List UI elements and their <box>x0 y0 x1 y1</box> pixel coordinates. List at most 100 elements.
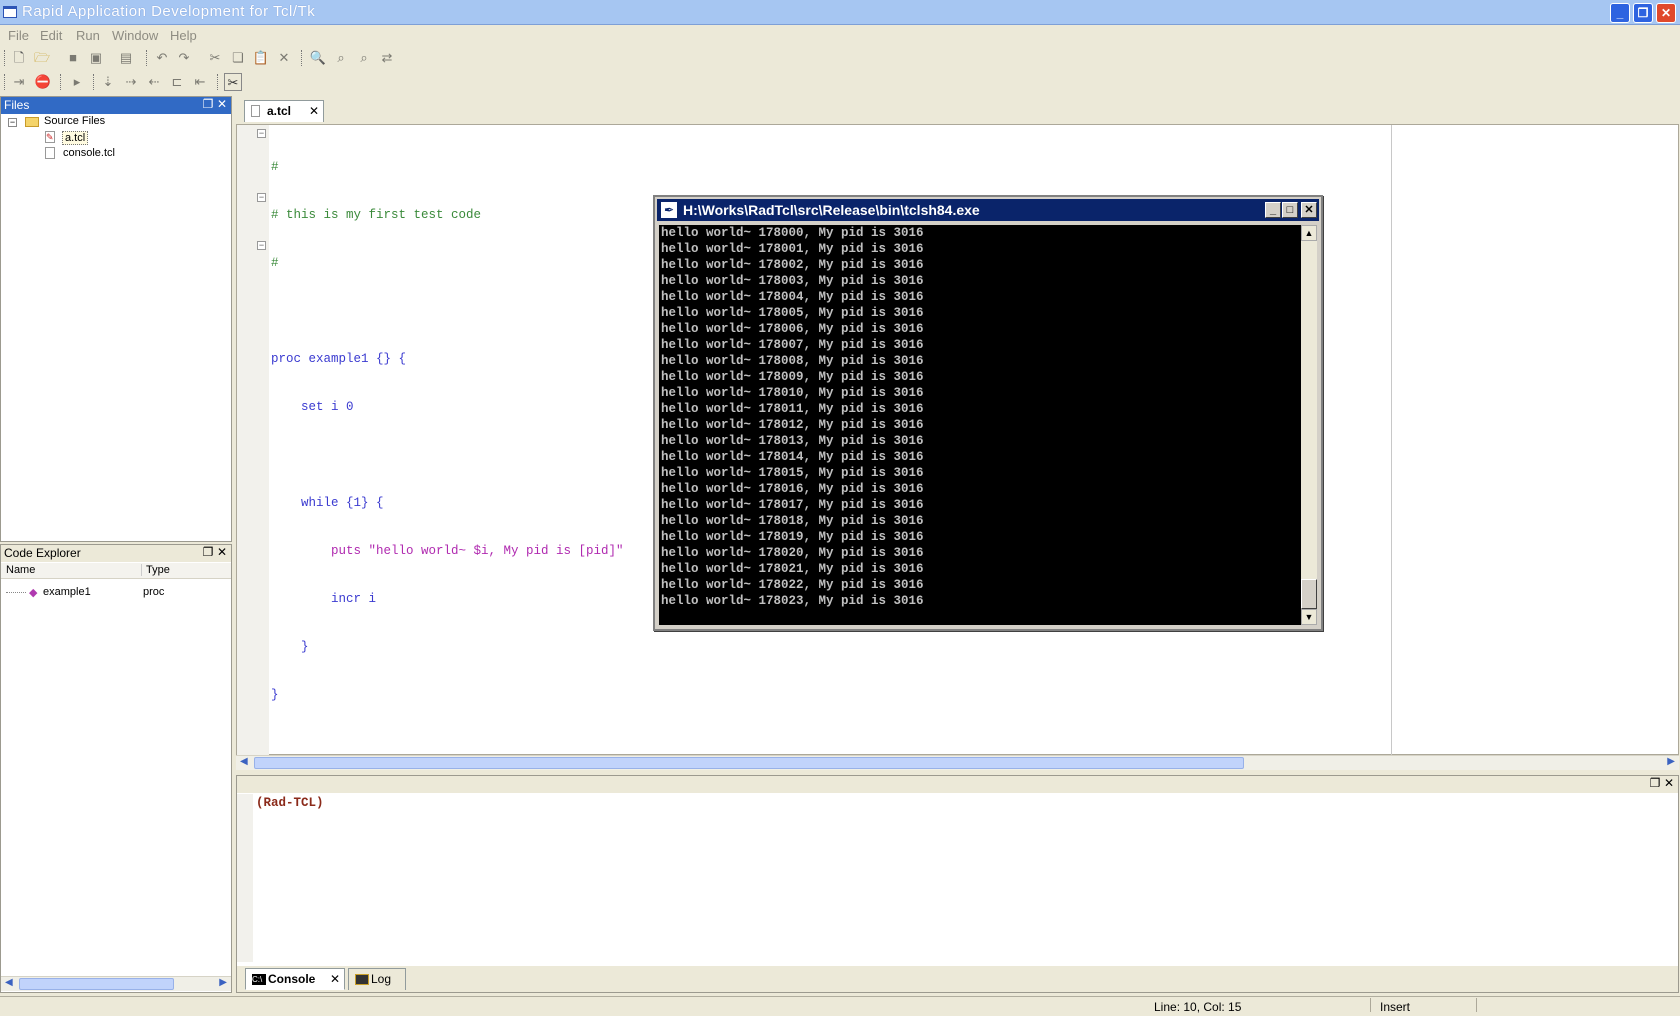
scroll-down-icon[interactable]: ▼ <box>1301 609 1317 625</box>
save-icon[interactable]: ■ <box>64 49 82 67</box>
insert-mode: Insert <box>1380 1000 1411 1014</box>
cmd-output-line: hello world~ 178019, My pid is 3016 <box>661 530 924 544</box>
find-icon[interactable]: 🔍 <box>309 49 327 67</box>
code-line: # <box>271 160 279 174</box>
menu-edit[interactable]: Edit <box>40 28 62 43</box>
console-panel: ❐ ✕ (Rad-TCL) C:\ Console ✕ Log <box>236 775 1679 993</box>
cut-icon[interactable]: ✂ <box>206 49 224 67</box>
new-file-icon[interactable]: 🗋 <box>10 49 28 67</box>
table-row[interactable]: ◆ example1 proc <box>1 585 231 601</box>
code-explorer-hscrollbar[interactable]: ◀ ▶ <box>1 976 231 991</box>
scroll-thumb[interactable] <box>19 978 174 990</box>
run-icon[interactable]: ⇥ <box>10 73 28 91</box>
step-over-icon[interactable]: ⇢ <box>122 73 140 91</box>
cmd-output-line: hello world~ 178015, My pid is 3016 <box>661 466 924 480</box>
cmd-output-line: hello world~ 178011, My pid is 3016 <box>661 402 924 416</box>
scroll-right-icon[interactable]: ▶ <box>1667 756 1675 767</box>
print-icon[interactable]: ▤ <box>117 49 135 67</box>
restore-button[interactable]: ❐ <box>1633 3 1653 23</box>
toolbar-separator <box>93 74 96 90</box>
tree-collapse-icon[interactable]: − <box>8 118 17 127</box>
fold-icon[interactable]: − <box>257 241 266 250</box>
menu-window[interactable]: Window <box>112 28 158 43</box>
copy-icon[interactable]: ❏ <box>229 49 247 67</box>
file-item-a-tcl[interactable]: a.tcl <box>62 131 89 145</box>
menu-help[interactable]: Help <box>170 28 197 43</box>
redo-icon[interactable]: ↷ <box>175 49 193 67</box>
proc-type: proc <box>143 586 165 598</box>
cmd-output-line: hello world~ 178021, My pid is 3016 <box>661 562 924 576</box>
tree-root-label[interactable]: Source Files <box>44 115 105 127</box>
find-prev-icon[interactable]: ⌕ <box>355 49 373 67</box>
cmd-output-line: hello world~ 178022, My pid is 3016 <box>661 578 924 592</box>
tclsh-console-window[interactable]: ✒ H:\Works\RadTcl\src\Release\bin\tclsh8… <box>653 195 1323 631</box>
panel-restore-icon[interactable]: ❐ <box>1649 777 1661 789</box>
minimize-button[interactable]: _ <box>1610 3 1630 23</box>
menu-run[interactable]: Run <box>76 28 100 43</box>
panel-restore-icon[interactable]: ❐ <box>202 98 214 110</box>
scroll-up-icon[interactable]: ▲ <box>1301 225 1317 241</box>
code-explorer-panel: Code Explorer ❐ ✕ Name Type ◆ example1 p… <box>0 544 232 993</box>
watch-icon[interactable]: ⇤ <box>191 73 209 91</box>
code-line: while {1} { <box>271 496 384 510</box>
console-prompt[interactable]: (Rad-TCL) <box>256 796 324 810</box>
code-line: # <box>271 256 279 270</box>
open-folder-icon[interactable]: 🗁 <box>33 49 51 67</box>
status-separator <box>1370 998 1379 1012</box>
scroll-right-icon[interactable]: ▶ <box>219 977 227 988</box>
tab-a-tcl[interactable]: a.tcl ✕ <box>244 100 324 122</box>
scroll-left-icon[interactable]: ◀ <box>240 756 248 767</box>
tab-close-icon[interactable]: ✕ <box>330 969 340 989</box>
tools-icon[interactable]: ✂ <box>224 73 242 91</box>
tab-close-icon[interactable]: ✕ <box>309 101 319 121</box>
panel-close-icon[interactable]: ✕ <box>1663 777 1675 789</box>
delete-icon[interactable]: ✕ <box>275 49 293 67</box>
fold-icon[interactable]: − <box>257 129 266 138</box>
cmd-output-line: hello world~ 178004, My pid is 3016 <box>661 290 924 304</box>
cmd-maximize-button[interactable]: □ <box>1282 202 1298 218</box>
cmd-output[interactable]: hello world~ 178000, My pid is 3016 hello… <box>659 225 1301 625</box>
continue-icon[interactable]: ▸ <box>68 73 86 91</box>
find-next-icon[interactable]: ⌕ <box>332 49 350 67</box>
cmd-close-button[interactable]: ✕ <box>1301 202 1317 218</box>
cmd-minimize-button[interactable]: _ <box>1265 202 1281 218</box>
cmd-vscrollbar[interactable]: ▲ ▼ <box>1301 225 1317 625</box>
close-button[interactable]: ✕ <box>1656 3 1676 23</box>
file-item-console-tcl[interactable]: console.tcl <box>63 147 115 159</box>
column-type[interactable]: Type <box>141 564 170 576</box>
scroll-thumb[interactable] <box>1301 579 1317 609</box>
main-toolbar: 🗋 🗁 ■ ▣ ▤ ↶ ↷ ✂ ❏ 📋 ✕ 🔍 ⌕ ⌕ ⇄ <box>0 46 1680 70</box>
fold-icon[interactable]: − <box>257 193 266 202</box>
save-all-icon[interactable]: ▣ <box>87 49 105 67</box>
tab-label: Log <box>371 972 392 986</box>
column-name[interactable]: Name <box>6 564 35 576</box>
scroll-left-icon[interactable]: ◀ <box>5 977 13 988</box>
breakpoint-icon[interactable]: ⊏ <box>168 73 186 91</box>
panel-restore-icon[interactable]: ❐ <box>202 546 214 558</box>
scroll-thumb[interactable] <box>254 757 1244 769</box>
cmd-output-line: hello world~ 178003, My pid is 3016 <box>661 274 924 288</box>
editor-hscrollbar[interactable]: ◀ ▶ <box>236 755 1679 770</box>
files-panel-header: Files ❐ ✕ <box>1 97 231 114</box>
panel-close-icon[interactable]: ✕ <box>216 546 228 558</box>
cmd-output-line: hello world~ 178002, My pid is 3016 <box>661 258 924 272</box>
cmd-output-line: hello world~ 178006, My pid is 3016 <box>661 322 924 336</box>
cmd-output-line: hello world~ 178014, My pid is 3016 <box>661 450 924 464</box>
app-icon <box>3 6 17 18</box>
step-into-icon[interactable]: ⇣ <box>99 73 117 91</box>
console-icon: C:\ <box>252 974 266 985</box>
stop-icon[interactable]: ⛔ <box>34 73 52 91</box>
tab-label: Console <box>268 972 316 986</box>
log-icon <box>355 974 369 985</box>
tab-console[interactable]: C:\ Console ✕ <box>245 968 345 990</box>
undo-icon[interactable]: ↶ <box>153 49 171 67</box>
replace-icon[interactable]: ⇄ <box>378 49 396 67</box>
step-out-icon[interactable]: ⇠ <box>145 73 163 91</box>
panel-close-icon[interactable]: ✕ <box>216 98 228 110</box>
proc-icon: ◆ <box>29 587 38 599</box>
cmd-title-bar[interactable]: ✒ H:\Works\RadTcl\src\Release\bin\tclsh8… <box>657 199 1319 221</box>
paste-icon[interactable]: 📋 <box>252 49 270 67</box>
menu-file[interactable]: File <box>8 28 29 43</box>
tab-log[interactable]: Log <box>348 968 406 990</box>
